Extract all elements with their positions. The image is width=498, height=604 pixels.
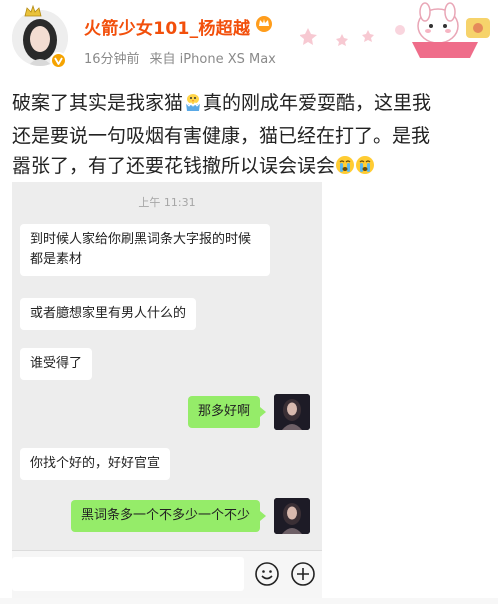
chat-message-left: 你找个好的，好好官宣 [20,448,171,480]
decorative-sticker-icon [300,2,490,58]
crying-face-icon [335,154,355,184]
post-text-line: 破案了其实是我家猫 真的刚成年爱耍酷，这里我 [12,88,490,121]
chat-screenshot-image[interactable]: 上午 11:31 到时候人家给你刷黑词条大字报的时候都是素材 或者臆想家里有男人… [12,182,322,598]
chick-emoji-icon [183,91,203,121]
chat-message-left: 或者臆想家里有男人什么的 [20,298,197,330]
chat-text-input[interactable] [12,557,244,591]
post-text-segment: 真的刚成年爱耍酷，这里我 [203,92,432,114]
post-meta: 16分钟前 来自 iPhone XS Max [84,48,276,67]
smiley-icon[interactable] [254,561,280,591]
post-header: 火箭少女101_杨超越 16分钟前 来自 iPhone XS Max [0,0,498,78]
chat-avatar [274,498,310,534]
crying-face-icon [355,154,375,184]
post-text-segment: 嚣张了，有了还要花钱撤所以误会误会 [12,155,336,177]
plus-icon[interactable] [290,561,316,591]
post-text-segment: 破案了其实是我家猫 [12,92,184,114]
chat-message-left: 到时候人家给你刷黑词条大字报的时候都是素材 [20,224,270,276]
post-text: 破案了其实是我家猫 真的刚成年爱耍酷，这里我 还是要说一句吸烟有害健康，猫已经在打… [12,88,490,184]
crown-icon [24,2,42,21]
vip-crown-icon[interactable] [254,14,274,36]
post-time: 16分钟前 [84,52,140,67]
verified-badge-icon [50,52,67,69]
bottom-divider [0,598,498,604]
chat-timestamp: 上午 11:31 [138,196,196,209]
chat-message-right: 黑词条多一个不多少一个不少 [70,500,267,532]
username[interactable]: 火箭少女101_杨超越 [84,14,250,39]
chat-message-right: 那多好啊 [187,396,267,428]
post-source: 来自 iPhone XS Max [149,52,276,67]
post-text-line: 嚣张了，有了还要花钱撤所以误会误会 [12,151,490,184]
chat-input-bar [12,550,322,598]
post-text-line: 还是要说一句吸烟有害健康，猫已经在打了。是我 [12,125,431,147]
chat-message-left: 谁受得了 [20,348,93,380]
chat-avatar [274,394,310,430]
